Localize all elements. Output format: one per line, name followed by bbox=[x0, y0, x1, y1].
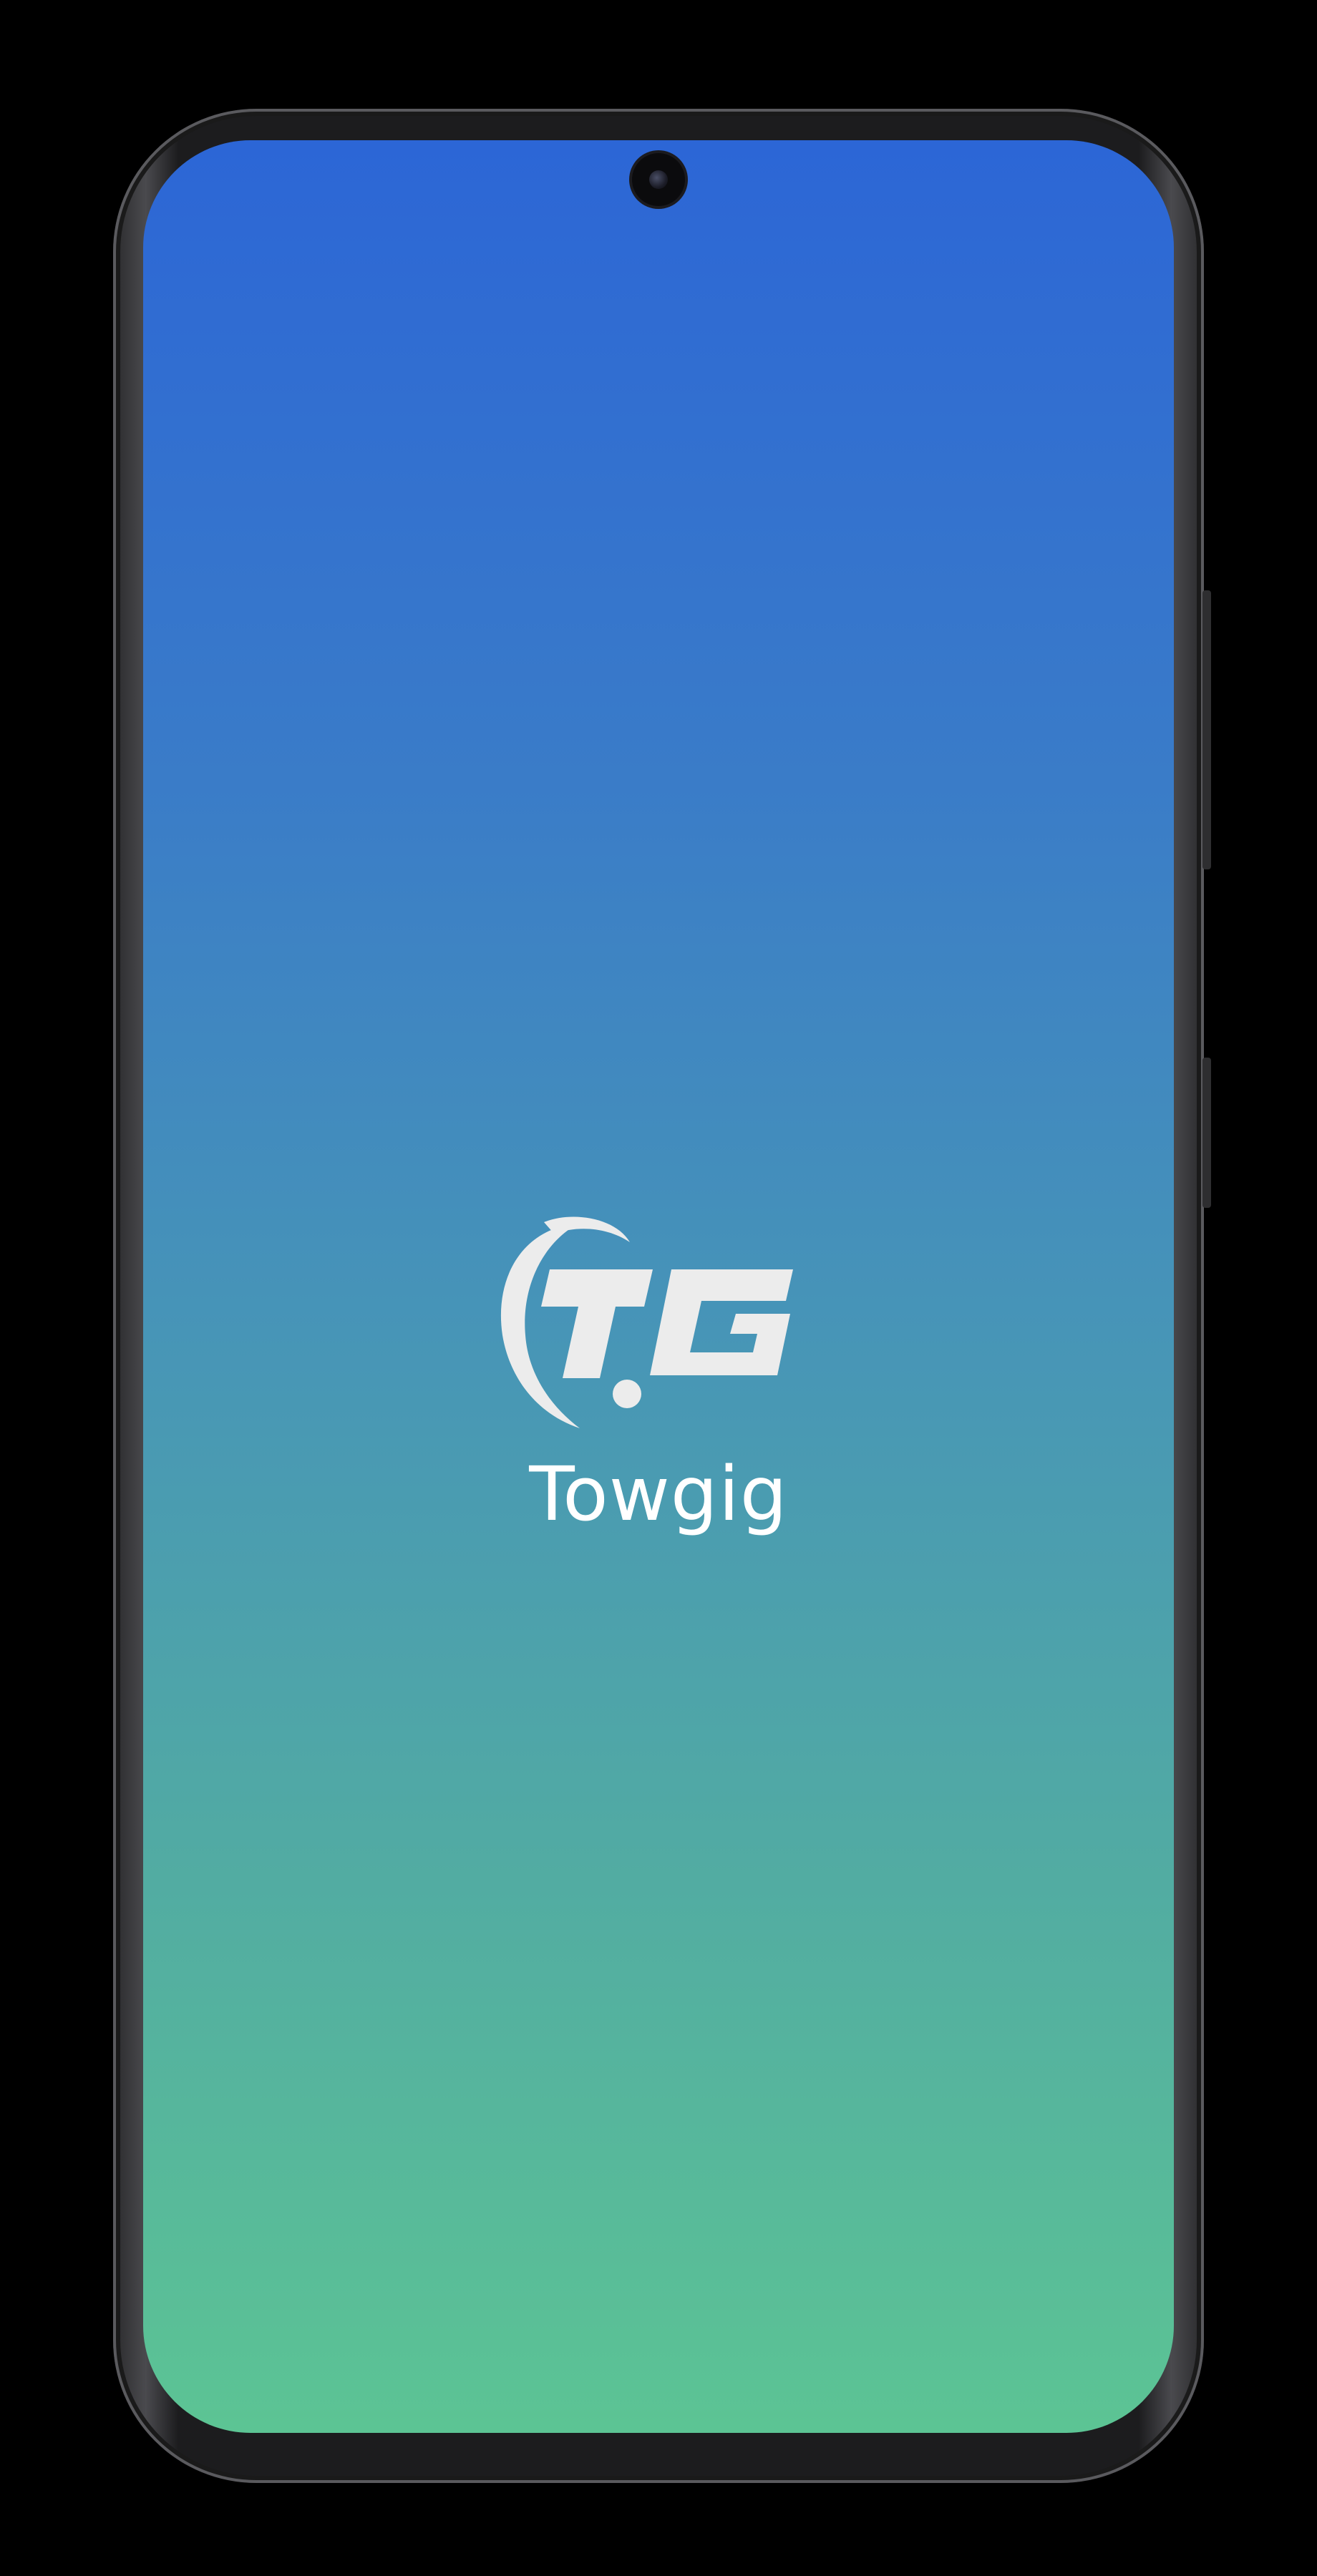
towgig-logo-icon bbox=[500, 1216, 793, 1428]
app-name: Towgig bbox=[529, 1450, 788, 1538]
volume-button bbox=[1202, 590, 1211, 869]
splash-screen: Towgig bbox=[143, 140, 1174, 2433]
power-button bbox=[1202, 1058, 1211, 1208]
front-camera-icon bbox=[632, 153, 685, 206]
